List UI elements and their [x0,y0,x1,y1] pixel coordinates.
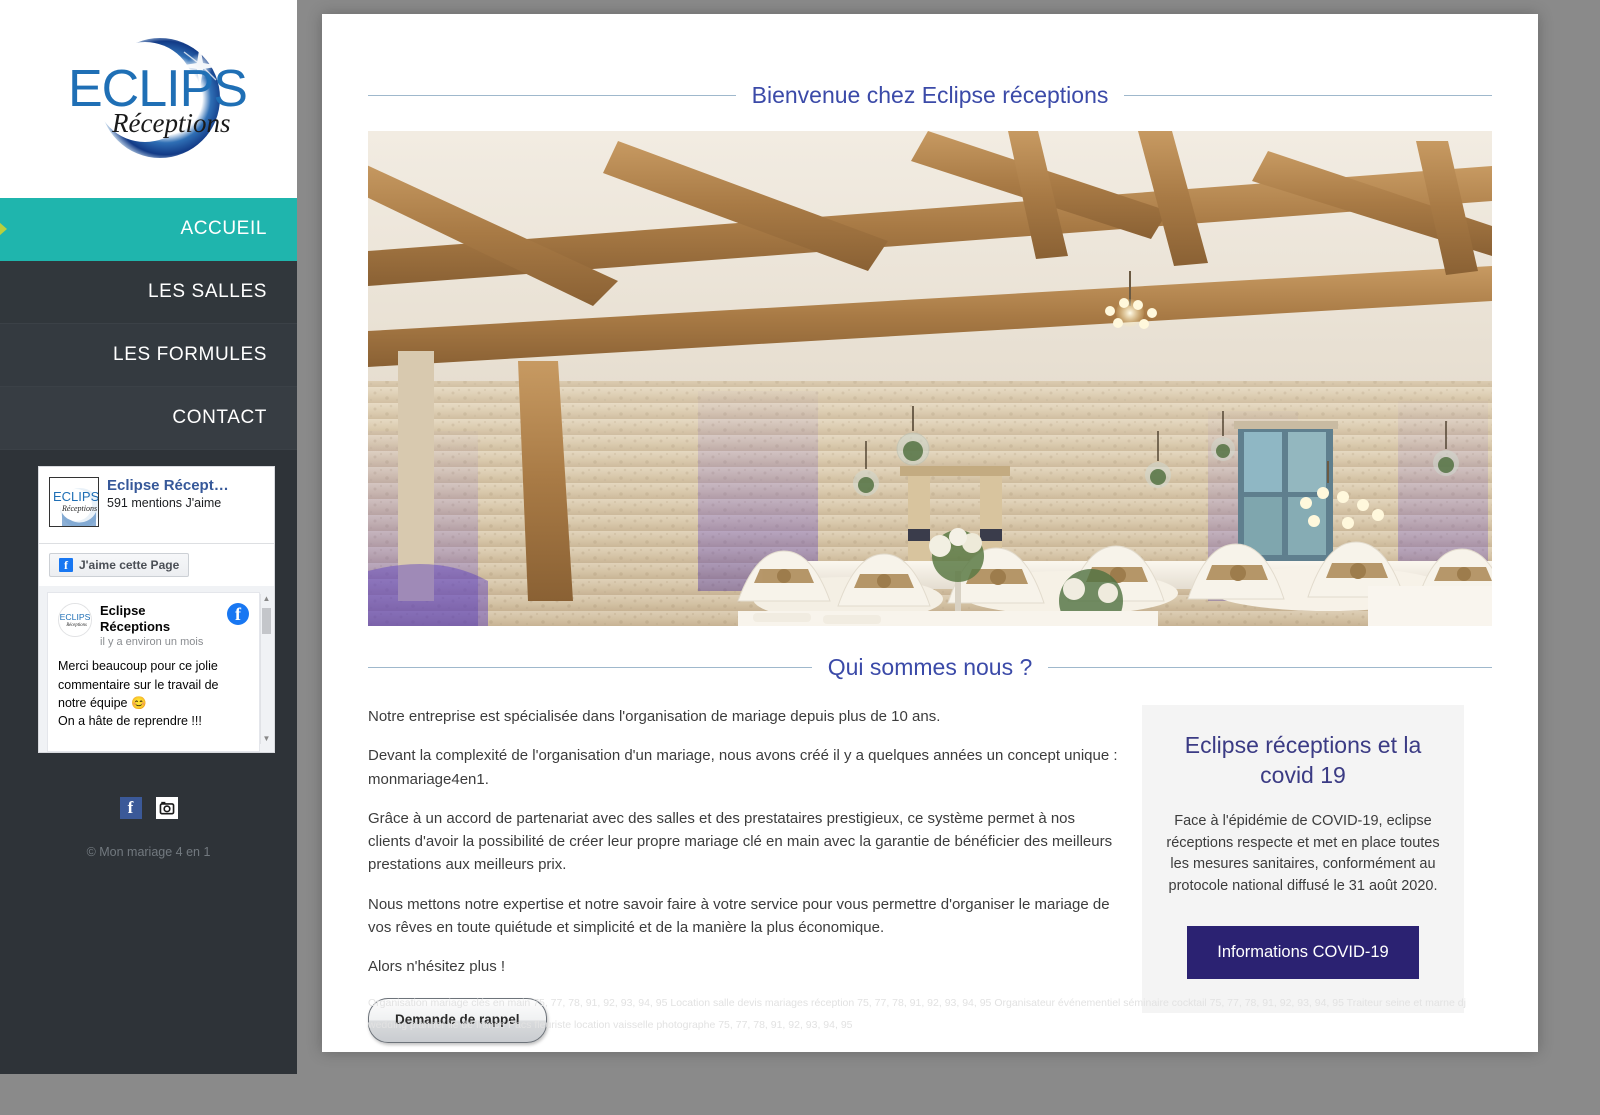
facebook-post-avatar: ECLIPSE Réceptions [58,603,92,637]
eclipse-moon-icon: ECLIPSE Réceptions [68,38,250,158]
facebook-page-name[interactable]: Eclipse Récept… [107,477,264,494]
about-paragraph-5: Alors n'hésitez plus ! [368,958,506,975]
copyright-text: © Mon mariage 4 en 1 [86,845,211,859]
instagram-icon[interactable] [155,797,178,819]
covid-panel: Eclipse réceptions et la covid 19 Face à… [1142,705,1464,1013]
sidebar-item-accueil[interactable]: ACCUEIL [0,198,297,261]
welcome-title: Bienvenue chez Eclipse réceptions [368,82,1492,109]
about-rule-right [1048,667,1492,668]
facebook-page-avatar: ECLIPSE Réceptions [49,477,99,527]
about-rule-left [368,667,812,668]
facebook-like-bar: f J'aime cette Page [39,543,274,586]
nav-label-les-formules: LES FORMULES [113,344,267,365]
welcome-title-text: Bienvenue chez Eclipse réceptions [751,82,1109,108]
sidebar: ECLIPSE Réceptions ACCUEIL LES SALLES LE… [0,0,297,1074]
about-title: Qui sommes nous ? [368,654,1492,681]
covid-panel-title: Eclipse réceptions et la covid 19 [1184,732,1422,788]
sidebar-item-contact[interactable]: CONTACT [0,387,297,450]
scroll-up-icon[interactable]: ▲ [261,594,272,604]
facebook-like-page-button[interactable]: f J'aime cette Page [49,553,190,577]
facebook-feed-scrollbar[interactable]: ▲ ▼ [260,594,271,744]
covid-info-button[interactable]: Informations COVID-19 [1187,925,1419,979]
facebook-icon[interactable]: f [119,797,142,819]
about-paragraph-4: Nous mettons notre expertise et notre sa… [368,895,1110,936]
facebook-post-header: ECLIPSE Réceptions Eclipse Réceptions il… [58,603,249,649]
about-title-text: Qui sommes nous ? [827,654,1033,680]
facebook-post-time: il y a environ un mois [100,636,204,649]
facebook-widget-header: ECLIPSE Réceptions Eclipse Récept… 591 m… [39,467,274,543]
facebook-page-widget[interactable]: ECLIPSE Réceptions Eclipse Récept… 591 m… [38,466,275,753]
main-navigation: ACCUEIL LES SALLES LES FORMULES CONTACT [0,198,297,450]
about-paragraph-1: Notre entreprise est spécialisée dans l'… [368,708,941,725]
svg-text:Réceptions: Réceptions [65,623,87,628]
hero-image [368,131,1492,626]
facebook-post-author-block: Eclipse Réceptions il y a environ un moi… [100,603,219,649]
facebook-post-text: Merci beaucoup pour ce jolie commentaire… [58,659,219,728]
svg-text:ECLIPSE: ECLIPSE [53,489,98,504]
svg-text:Réceptions: Réceptions [61,504,97,513]
about-paragraph-3: Grâce à un accord de partenariat avec de… [368,809,1113,874]
post-avatar-logo-icon: ECLIPSE Réceptions [59,604,91,636]
nav-label-accueil: ACCUEIL [180,218,267,239]
title-rule-right [1124,95,1492,96]
svg-text:Réceptions: Réceptions [111,108,230,138]
page-viewport: ECLIPSE Réceptions ACCUEIL LES SALLES LE… [0,0,1600,1115]
about-paragraph-2: Devant la complexité de l'organisation d… [368,747,1118,788]
svg-text:ECLIPSE: ECLIPSE [60,612,91,622]
sidebar-item-les-formules[interactable]: LES FORMULES [0,324,297,387]
content-inner: Bienvenue chez Eclipse réceptions Qui so… [322,14,1538,1052]
covid-panel-text: Face à l'épidémie de COVID-19, eclipse r… [1166,812,1440,895]
title-rule-left [368,95,736,96]
nav-label-contact: CONTACT [172,407,267,428]
facebook-post-author: Eclipse Réceptions [100,603,171,634]
facebook-f-icon: f [59,558,73,572]
logo-graphic: ECLIPSE Réceptions [50,26,250,176]
scroll-down-icon[interactable]: ▼ [261,734,272,744]
facebook-feed[interactable]: ECLIPSE Réceptions Eclipse Réceptions il… [39,586,274,752]
about-title-block: Qui sommes nous ? [368,626,1492,681]
site-logo[interactable]: ECLIPSE Réceptions [0,0,297,198]
social-links: f [0,797,297,819]
facebook-like-label: J'aime cette Page [79,558,180,572]
facebook-like-count: 591 mentions J'aime [107,496,222,511]
facebook-logo-icon: f [227,603,249,625]
facebook-post: ECLIPSE Réceptions Eclipse Réceptions il… [47,592,260,752]
seo-footer-text: Organisation mariage clés en main 75, 77… [368,997,1466,1032]
sidebar-item-les-salles[interactable]: LES SALLES [0,261,297,324]
welcome-title-block: Bienvenue chez Eclipse réceptions [368,14,1492,109]
instagram-glyph-icon [158,799,175,817]
content-panel: Bienvenue chez Eclipse réceptions Qui so… [322,14,1538,1052]
scroll-thumb[interactable] [262,608,271,634]
avatar-logo-icon: ECLIPSE Réceptions [50,478,98,526]
nav-label-les-salles: LES SALLES [147,281,267,302]
reception-hall-photo [368,131,1492,626]
